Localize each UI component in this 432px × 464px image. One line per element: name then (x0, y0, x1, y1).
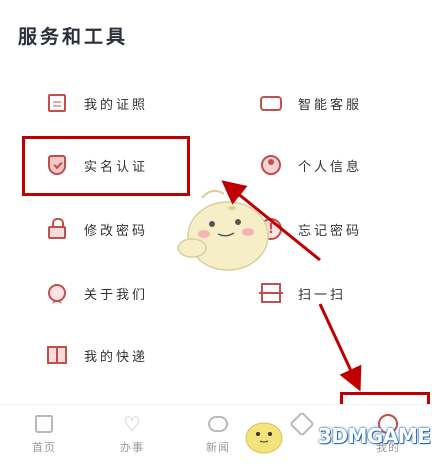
watermark-text: 3DMGAME (318, 424, 431, 448)
nav-label: 办事 (120, 441, 144, 454)
heart-icon: ♡ (123, 412, 141, 436)
message-icon (207, 413, 229, 435)
annotation-arrows (221, 180, 362, 392)
nav-services[interactable]: ♡ 办事 (102, 413, 162, 455)
watermark-mascot (245, 422, 283, 454)
nav-news[interactable]: 新闻 (188, 413, 248, 455)
bell-icon (289, 411, 315, 437)
nav-label: 新闻 (206, 441, 230, 454)
home-icon (33, 413, 55, 435)
nav-home[interactable]: 首页 (14, 413, 74, 455)
nav-label: 首页 (32, 441, 56, 454)
